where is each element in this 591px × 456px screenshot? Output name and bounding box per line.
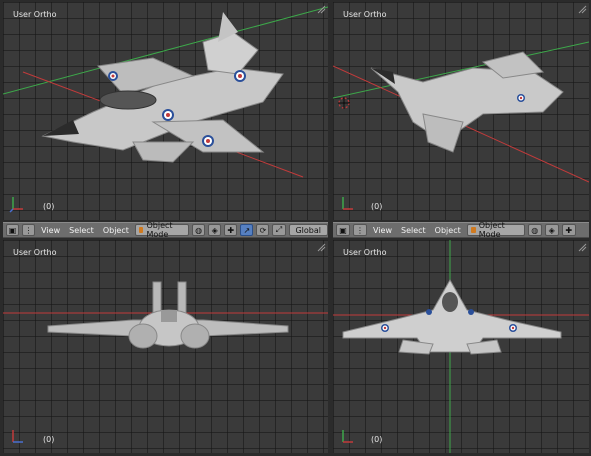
menu-view[interactable]: View: [370, 226, 395, 235]
menu-toggle-icon[interactable]: ⋮: [353, 224, 367, 236]
split-corner-icon[interactable]: [316, 242, 326, 252]
viewport-title: User Ortho: [13, 248, 57, 257]
rotate-icon[interactable]: ⟳: [256, 224, 270, 236]
pivot-icon[interactable]: ◈: [208, 224, 222, 236]
pivot-icon[interactable]: ◈: [544, 224, 559, 236]
object-mode-label: Object Mode: [478, 221, 505, 239]
split-corner-icon[interactable]: [316, 4, 326, 14]
frame-number: (0): [43, 435, 55, 444]
menu-object[interactable]: Object: [100, 226, 132, 235]
frame-number: (0): [371, 435, 383, 444]
frame-number: (0): [371, 202, 383, 211]
viewport-title: User Ortho: [13, 10, 57, 19]
viewport-top-left[interactable]: User Ortho (0): [3, 2, 328, 220]
scale-icon[interactable]: ⤢: [272, 224, 286, 236]
split-corner-icon[interactable]: [577, 4, 587, 14]
mode-cube-icon: [138, 227, 144, 233]
aircraft-scene-front: [3, 281, 328, 349]
editor-type-icon[interactable]: ▣: [336, 224, 350, 236]
editor-type-icon[interactable]: ▣: [6, 224, 20, 236]
viewport-bottom-left[interactable]: User Ortho (0): [3, 240, 328, 453]
menu-select[interactable]: Select: [66, 226, 97, 235]
viewport-top-right[interactable]: User Ortho (0): [333, 2, 589, 220]
mode-cube-icon: [470, 227, 476, 233]
menu-select[interactable]: Select: [398, 226, 429, 235]
menu-view[interactable]: View: [38, 226, 63, 235]
axes-gizmo-icon: [342, 430, 353, 443]
aircraft-scene-top: [333, 240, 589, 453]
frame-number: (0): [43, 202, 55, 211]
aircraft-scene-side: [333, 41, 589, 183]
aircraft-scene-perspective: [3, 6, 328, 178]
menu-toggle-icon[interactable]: ⋮: [22, 224, 36, 236]
viewport-title: User Ortho: [343, 10, 387, 19]
shading-sphere-icon[interactable]: ◍: [192, 224, 206, 236]
axes-gizmo-icon: [9, 197, 23, 213]
object-mode-label: Object Mode: [146, 221, 173, 239]
object-mode-select[interactable]: Object Mode: [466, 221, 525, 239]
translate-icon[interactable]: ↗: [240, 224, 254, 236]
shading-sphere-icon[interactable]: ◍: [527, 224, 542, 236]
menu-object[interactable]: Object: [432, 226, 464, 235]
viewport-header-right: ▣ ⋮ View Select Object Object Mode ◍ ◈ ✚: [333, 221, 589, 239]
axes-gizmo-icon: [342, 197, 353, 210]
viewport-header-left: ▣ ⋮ View Select Object Object Mode ◍ ◈ ✚…: [3, 221, 328, 239]
viewport-bottom-right[interactable]: User Ortho (0): [333, 240, 589, 453]
orientation-select[interactable]: Global: [288, 224, 328, 236]
viewport-title: User Ortho: [343, 248, 387, 257]
manipulator-icon[interactable]: ✚: [561, 224, 576, 236]
orientation-label: Global: [295, 225, 322, 235]
split-corner-icon[interactable]: [577, 242, 587, 252]
manipulator-icon[interactable]: ✚: [224, 224, 238, 236]
axes-gizmo-icon: [12, 430, 23, 443]
object-mode-select[interactable]: Object Mode: [134, 221, 190, 239]
